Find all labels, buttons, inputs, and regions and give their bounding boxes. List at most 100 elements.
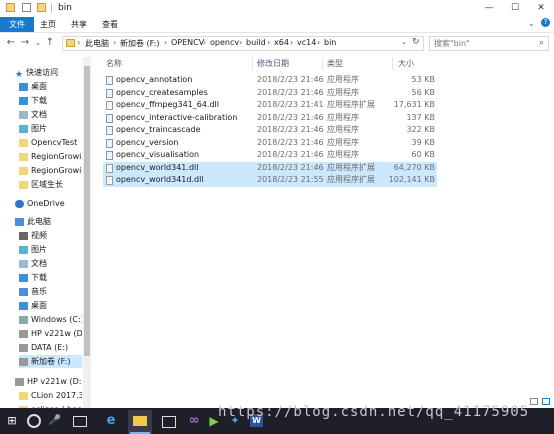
file-type: 应用程序 xyxy=(327,112,359,122)
up-arrow-icon[interactable]: ↑ xyxy=(44,36,56,50)
column-header-size[interactable]: 大小 xyxy=(398,57,414,70)
maximize-button[interactable]: ☐ xyxy=(502,0,528,16)
music-icon xyxy=(19,287,28,296)
file-row-selected[interactable]: opencv_world341d.dll 2018/2/23 21:55 应用程… xyxy=(103,174,437,187)
nav-scrollbar-thumb[interactable] xyxy=(84,66,90,356)
file-name: opencv_version xyxy=(116,137,179,147)
search-input[interactable]: 搜索"bin" ⌕ xyxy=(429,36,549,51)
column-divider xyxy=(392,57,393,70)
minimize-button[interactable]: — xyxy=(476,0,502,16)
help-icon[interactable]: ? xyxy=(541,18,550,27)
file-name: opencv_traincascade xyxy=(116,125,201,134)
column-header-name[interactable]: 名称 xyxy=(106,57,122,70)
navigation-bar: ← → ⌄ ↑ › 此电脑 › 新加卷 (F:) › OPENCV › open… xyxy=(0,33,554,53)
nav-folder-regiongrowing-2[interactable]: RegionGrowing xyxy=(19,164,82,177)
file-date: 2018/2/23 21:46 xyxy=(257,150,324,159)
file-date: 2018/2/23 21:46 xyxy=(257,137,324,147)
download-icon xyxy=(19,273,28,282)
task-view-icon[interactable] xyxy=(71,413,87,429)
breadcrumb-opencv[interactable]: opencv xyxy=(210,38,239,47)
breadcrumb-this-pc[interactable]: 此电脑 xyxy=(85,38,109,49)
nav-drive-c[interactable]: Windows (C:) xyxy=(19,313,82,326)
chevron-down-icon[interactable]: ⌄ xyxy=(528,19,535,28)
address-bar[interactable]: › 此电脑 › 新加卷 (F:) › OPENCV › opencv › bui… xyxy=(62,36,424,51)
computer-icon xyxy=(15,217,24,226)
forward-arrow-icon[interactable]: → xyxy=(19,36,31,50)
breadcrumb-opencv-root[interactable]: OPENCV xyxy=(171,38,204,47)
application-icon xyxy=(106,151,113,160)
application-icon xyxy=(106,126,113,135)
recent-dropdown-icon[interactable]: ⌄ xyxy=(32,36,44,50)
tab-file[interactable]: 文件 xyxy=(0,17,34,32)
refresh-icon[interactable]: ↻ xyxy=(412,37,420,47)
file-row[interactable]: opencv_traincascade 2018/2/23 21:46 应用程序… xyxy=(103,124,437,137)
desktop-icon xyxy=(19,301,28,310)
tab-home[interactable]: 主页 xyxy=(32,17,64,32)
file-type: 应用程序 xyxy=(327,87,359,97)
nav-folder-clion[interactable]: CLion 2017.3.1 xyxy=(19,389,82,402)
close-button[interactable]: ✕ xyxy=(528,0,554,16)
video-icon xyxy=(19,231,28,240)
folder-icon xyxy=(6,3,15,12)
file-row[interactable]: opencv_interactive-calibration 2018/2/23… xyxy=(103,112,437,125)
breadcrumb-vc14[interactable]: vc14 xyxy=(297,38,316,47)
breadcrumb-x64[interactable]: x64 xyxy=(274,38,289,47)
breadcrumb-separator: › xyxy=(113,38,117,47)
back-arrow-icon[interactable]: ← xyxy=(5,36,17,50)
visual-studio-icon[interactable]: ∞ xyxy=(186,413,202,429)
drive-icon xyxy=(19,315,28,324)
chevron-down-icon[interactable]: ⌄ xyxy=(401,38,407,46)
breadcrumb-bin[interactable]: bin xyxy=(324,38,336,47)
breadcrumb-build[interactable]: build xyxy=(246,38,266,47)
file-date: 2018/2/23 21:55 xyxy=(257,175,324,184)
file-name: opencv_annotation xyxy=(116,75,193,84)
cortana-search-icon[interactable] xyxy=(26,413,42,429)
drive-icon xyxy=(15,377,24,386)
search-placeholder: 搜索"bin" xyxy=(434,39,470,48)
file-type: 应用程序 xyxy=(327,150,359,159)
breadcrumb-drive-f[interactable]: 新加卷 (F:) xyxy=(120,38,159,49)
nav-drive-e[interactable]: DATA (E:) xyxy=(19,341,82,354)
download-icon xyxy=(19,96,28,105)
tab-share[interactable]: 共享 xyxy=(63,17,95,32)
dll-file-icon xyxy=(106,176,113,185)
column-header-date[interactable]: 修改日期 xyxy=(257,57,289,70)
drive-icon xyxy=(19,357,28,366)
file-row[interactable]: opencv_createsamples 2018/2/23 21:46 应用程… xyxy=(103,87,437,100)
folder-icon xyxy=(19,391,28,400)
store-icon[interactable] xyxy=(160,413,176,429)
nav-drive-f[interactable]: 新加卷 (F:) xyxy=(19,355,82,368)
ribbon-tabs: 文件 主页 共享 查看 ⌄ ? xyxy=(0,17,554,33)
tiles-view-icon[interactable] xyxy=(542,398,550,405)
dll-file-icon xyxy=(106,163,113,173)
file-row[interactable]: opencv_ffmpeg341_64.dll 2018/2/23 21:41 … xyxy=(103,99,437,112)
tab-view[interactable]: 查看 xyxy=(94,17,126,32)
document-icon xyxy=(19,110,28,119)
file-size: 60 KB xyxy=(411,150,435,159)
search-icon: ⌕ xyxy=(538,38,544,48)
file-explorer-icon[interactable] xyxy=(132,413,148,429)
edge-browser-icon[interactable]: e xyxy=(103,413,119,429)
file-date: 2018/2/23 21:46 xyxy=(257,75,324,84)
dll-file-icon xyxy=(106,101,113,110)
start-icon[interactable]: ⊞ xyxy=(4,413,20,429)
file-type: 应用程序 xyxy=(327,125,359,134)
folder-icon[interactable] xyxy=(37,3,46,12)
cloud-icon xyxy=(15,199,24,208)
nav-folder-opencvtest[interactable]: OpencvTest xyxy=(19,136,82,149)
nav-drive-d-root[interactable]: HP v221w (D:) xyxy=(15,375,82,388)
microphone-icon[interactable]: 🎤 xyxy=(47,413,63,429)
file-date: 2018/2/23 21:41 xyxy=(257,100,324,109)
nav-folder-regiongrowing-1[interactable]: RegionGrowing xyxy=(19,150,82,163)
column-header-type[interactable]: 类型 xyxy=(327,57,343,70)
nav-folder-region-growth[interactable]: 区域生长 xyxy=(19,178,82,191)
details-view-icon[interactable] xyxy=(530,398,538,405)
file-row[interactable]: opencv_visualisation 2018/2/23 21:46 应用程… xyxy=(103,149,437,162)
checkbox-icon[interactable] xyxy=(22,3,31,12)
application-icon xyxy=(106,76,113,85)
file-type: 应用程序 xyxy=(327,137,359,147)
file-row-selected[interactable]: opencv_world341.dll 2018/2/23 21:46 应用程序… xyxy=(103,161,437,174)
file-row[interactable]: opencv_version 2018/2/23 21:46 应用程序 39 K… xyxy=(103,137,437,150)
nav-drive-d[interactable]: HP v221w (D:) xyxy=(19,327,82,340)
file-row[interactable]: opencv_annotation 2018/2/23 21:46 应用程序 5… xyxy=(103,74,437,87)
